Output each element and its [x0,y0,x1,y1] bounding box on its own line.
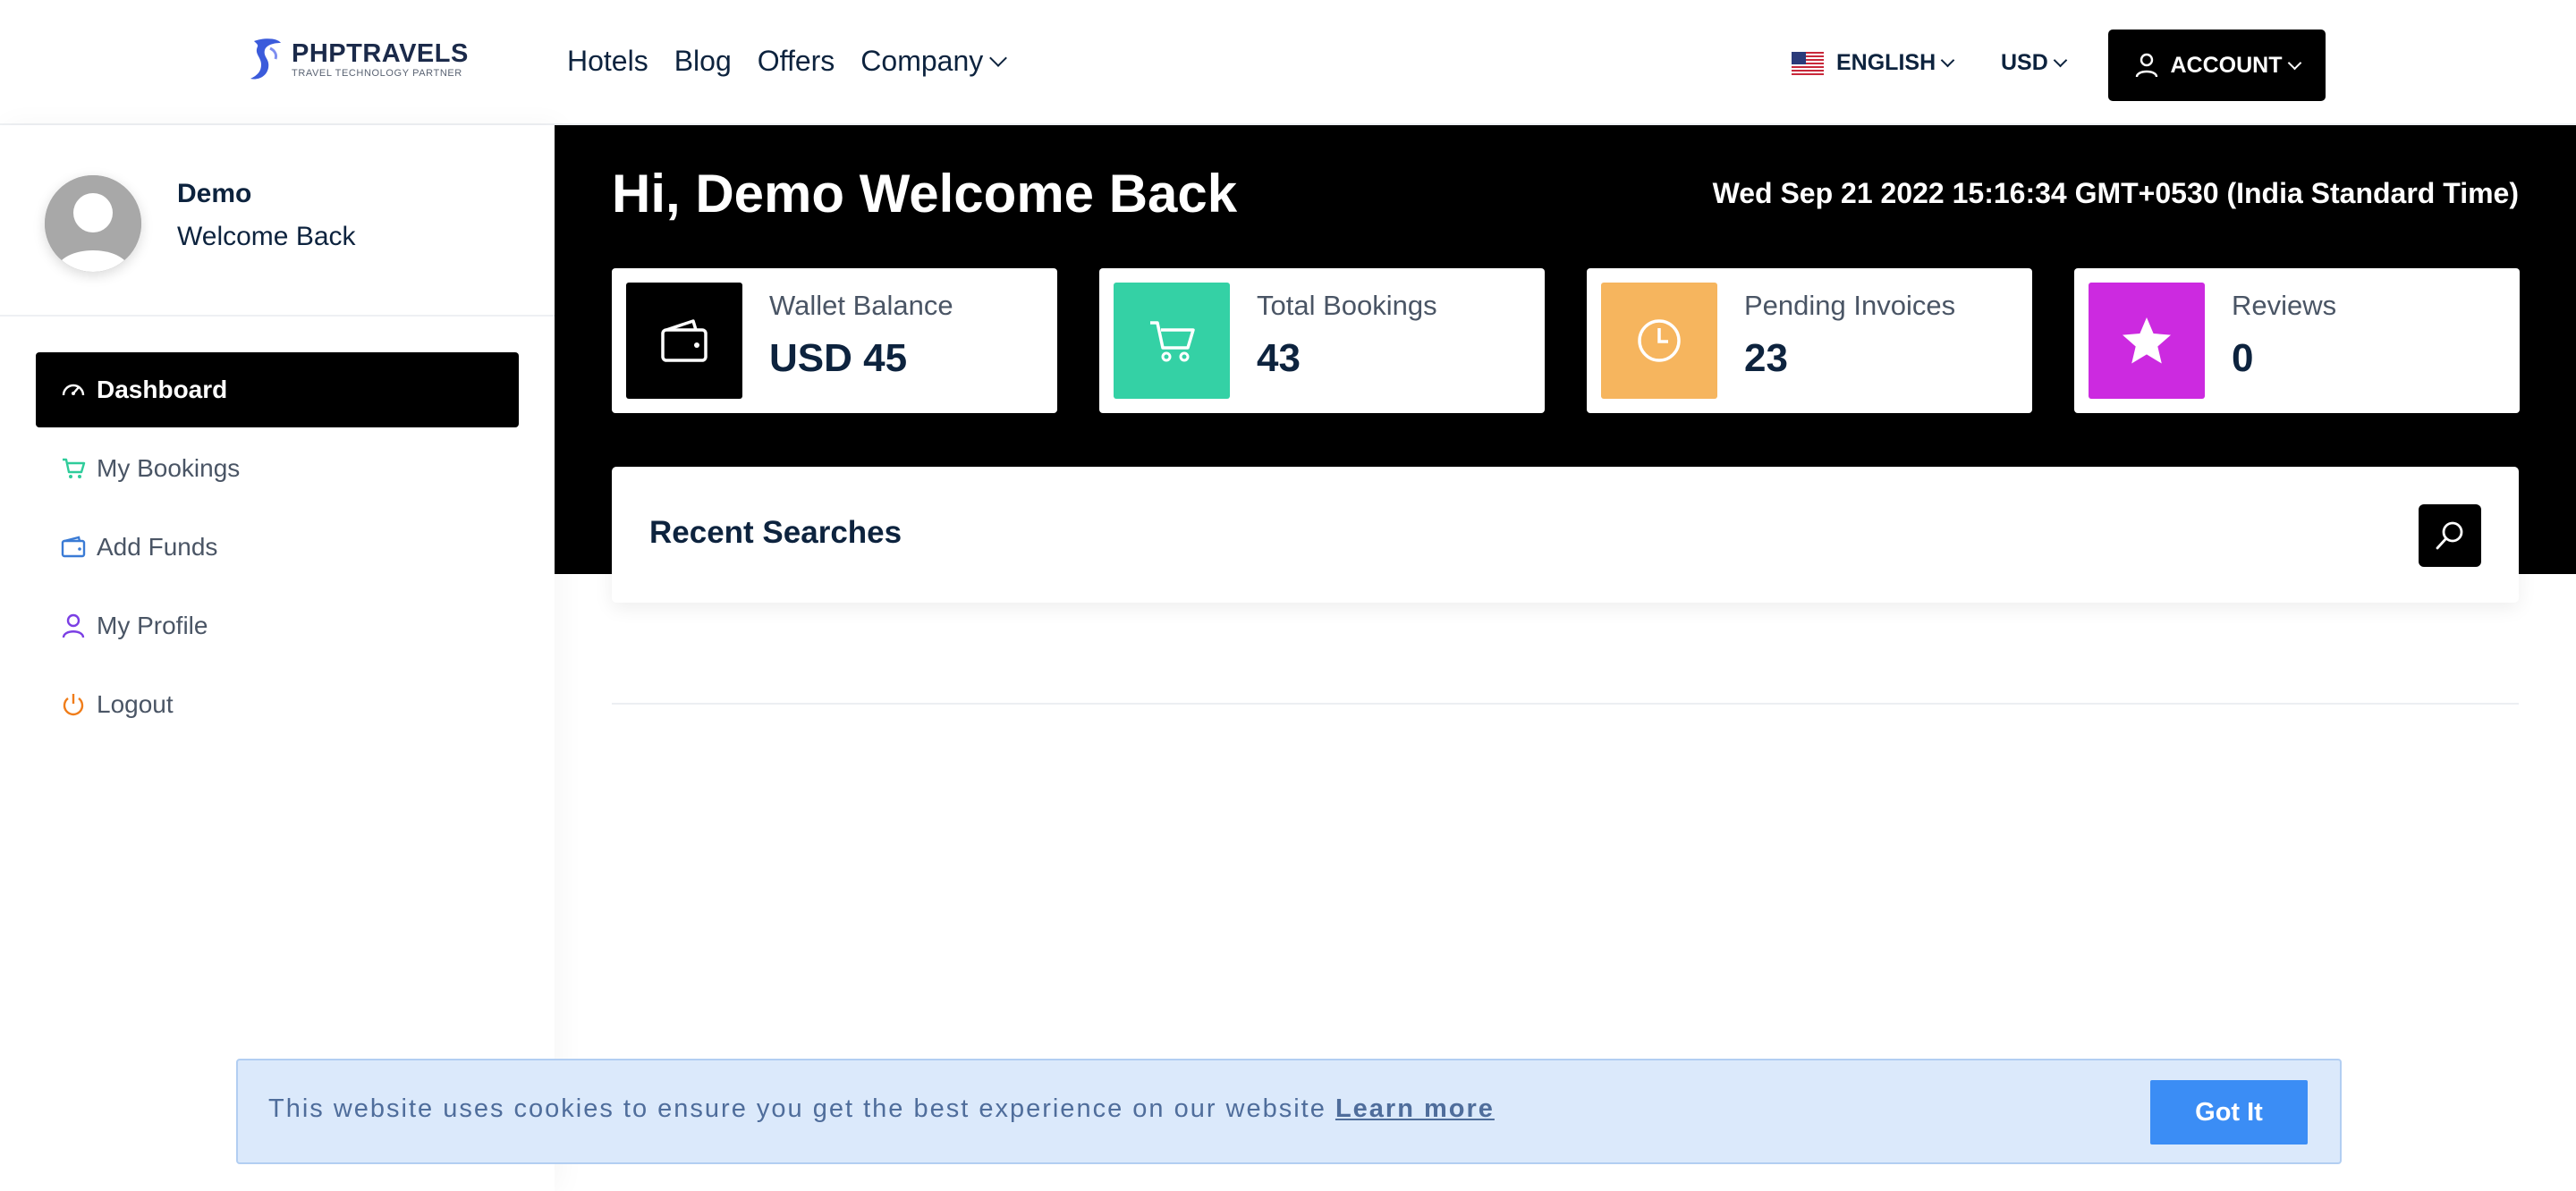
cookie-message-line: This website uses cookies to ensure you … [268,1094,1495,1124]
avatar-icon [45,175,141,272]
chevron-down-icon [989,48,1008,67]
logo-icon [250,38,281,80]
card-value: 43 [1257,336,1301,380]
currency-selector[interactable]: USD [2001,50,2068,76]
wallet-icon [626,283,742,399]
brand-logo[interactable]: PHPTRAVELS TRAVEL TECHNOLOGY PARTNER [247,36,469,84]
language-selector[interactable]: ENGLISH [1792,50,1955,76]
sidebar-item-add-funds[interactable]: Add Funds [36,510,519,585]
sidebar-item-my-bookings[interactable]: My Bookings [36,431,519,506]
chevron-down-icon [2053,53,2068,68]
card-label: Pending Invoices [1744,290,1956,321]
brand-tagline: TRAVEL TECHNOLOGY PARTNER [292,68,462,79]
sidebar-item-label: Dashboard [97,376,228,403]
sidebar-item-label: Add Funds [97,533,218,561]
currency-label: USD [2001,50,2048,75]
current-datetime: Wed Sep 21 2022 15:16:34 GMT+0530 (India… [1712,177,2519,209]
nav-blog[interactable]: Blog [674,45,732,78]
nav-company-label: Company [860,45,984,77]
star-icon [2089,283,2205,399]
card-label: Wallet Balance [769,290,953,321]
card-label: Reviews [2232,290,2337,321]
cart-icon [63,458,86,478]
nav-hotels[interactable]: Hotels [567,45,648,78]
search-button[interactable] [2419,504,2481,567]
cookie-message: This website uses cookies to ensure you … [268,1094,1326,1123]
sidebar-item-label: My Bookings [97,454,241,482]
total-bookings-card: Total Bookings 43 [1099,268,1545,413]
user-profile: Demo Welcome Back [0,125,555,317]
top-header: PHPTRAVELS TRAVEL TECHNOLOGY PARTNER Hot… [0,0,2576,125]
wallet-balance-card: Wallet Balance USD 45 [612,268,1057,413]
chevron-down-icon [2287,55,2301,70]
search-icon [2436,521,2463,550]
chevron-down-icon [1940,53,1955,68]
wallet-icon [61,536,86,558]
sidebar-item-label: My Profile [97,612,208,639]
reviews-card: Reviews 0 [2074,268,2520,413]
pending-invoices-card: Pending Invoices 23 [1587,268,2032,413]
card-value: USD 45 [769,336,908,380]
user-icon [2135,53,2157,78]
page-title: Hi, Demo Welcome Back [612,164,1238,224]
avatar [45,175,141,272]
learn-more-link[interactable]: Learn more [1335,1094,1495,1123]
nav-company[interactable]: Company [860,45,1008,78]
speedometer-icon [62,384,85,396]
sidebar-item-my-profile[interactable]: My Profile [36,588,519,663]
sidebar-item-logout[interactable]: Logout [36,667,519,742]
cookie-banner: This website uses cookies to ensure you … [236,1059,2342,1164]
language-label: ENGLISH [1836,50,1936,75]
recent-searches-title: Recent Searches [649,515,902,550]
card-value: 23 [1744,336,1788,380]
profile-name: Demo [177,179,252,208]
user-icon [62,613,85,638]
sidebar-menu: Dashboard My Bookings Add Funds My Profi… [36,352,519,746]
sidebar-item-label: Logout [97,690,174,718]
brand-name: PHPTRAVELS [292,39,469,68]
us-flag-icon [1792,51,1824,75]
card-value: 0 [2232,336,2254,380]
sidebar-item-dashboard[interactable]: Dashboard [36,352,519,427]
account-button[interactable]: ACCOUNT [2108,30,2326,101]
main-nav: Hotels Blog Offers Company [567,45,1030,78]
got-it-button[interactable]: Got It [2150,1080,2308,1145]
card-label: Total Bookings [1257,290,1437,321]
account-label: ACCOUNT [2170,52,2283,78]
clock-icon [1601,283,1717,399]
profile-subtitle: Welcome Back [177,222,356,251]
nav-offers[interactable]: Offers [758,45,835,78]
divider [612,703,2519,705]
recent-searches-panel: Recent Searches [612,467,2519,603]
cart-icon [1114,283,1230,399]
sidebar: Demo Welcome Back Dashboard My Bookings [0,125,555,1191]
power-icon [63,694,84,716]
